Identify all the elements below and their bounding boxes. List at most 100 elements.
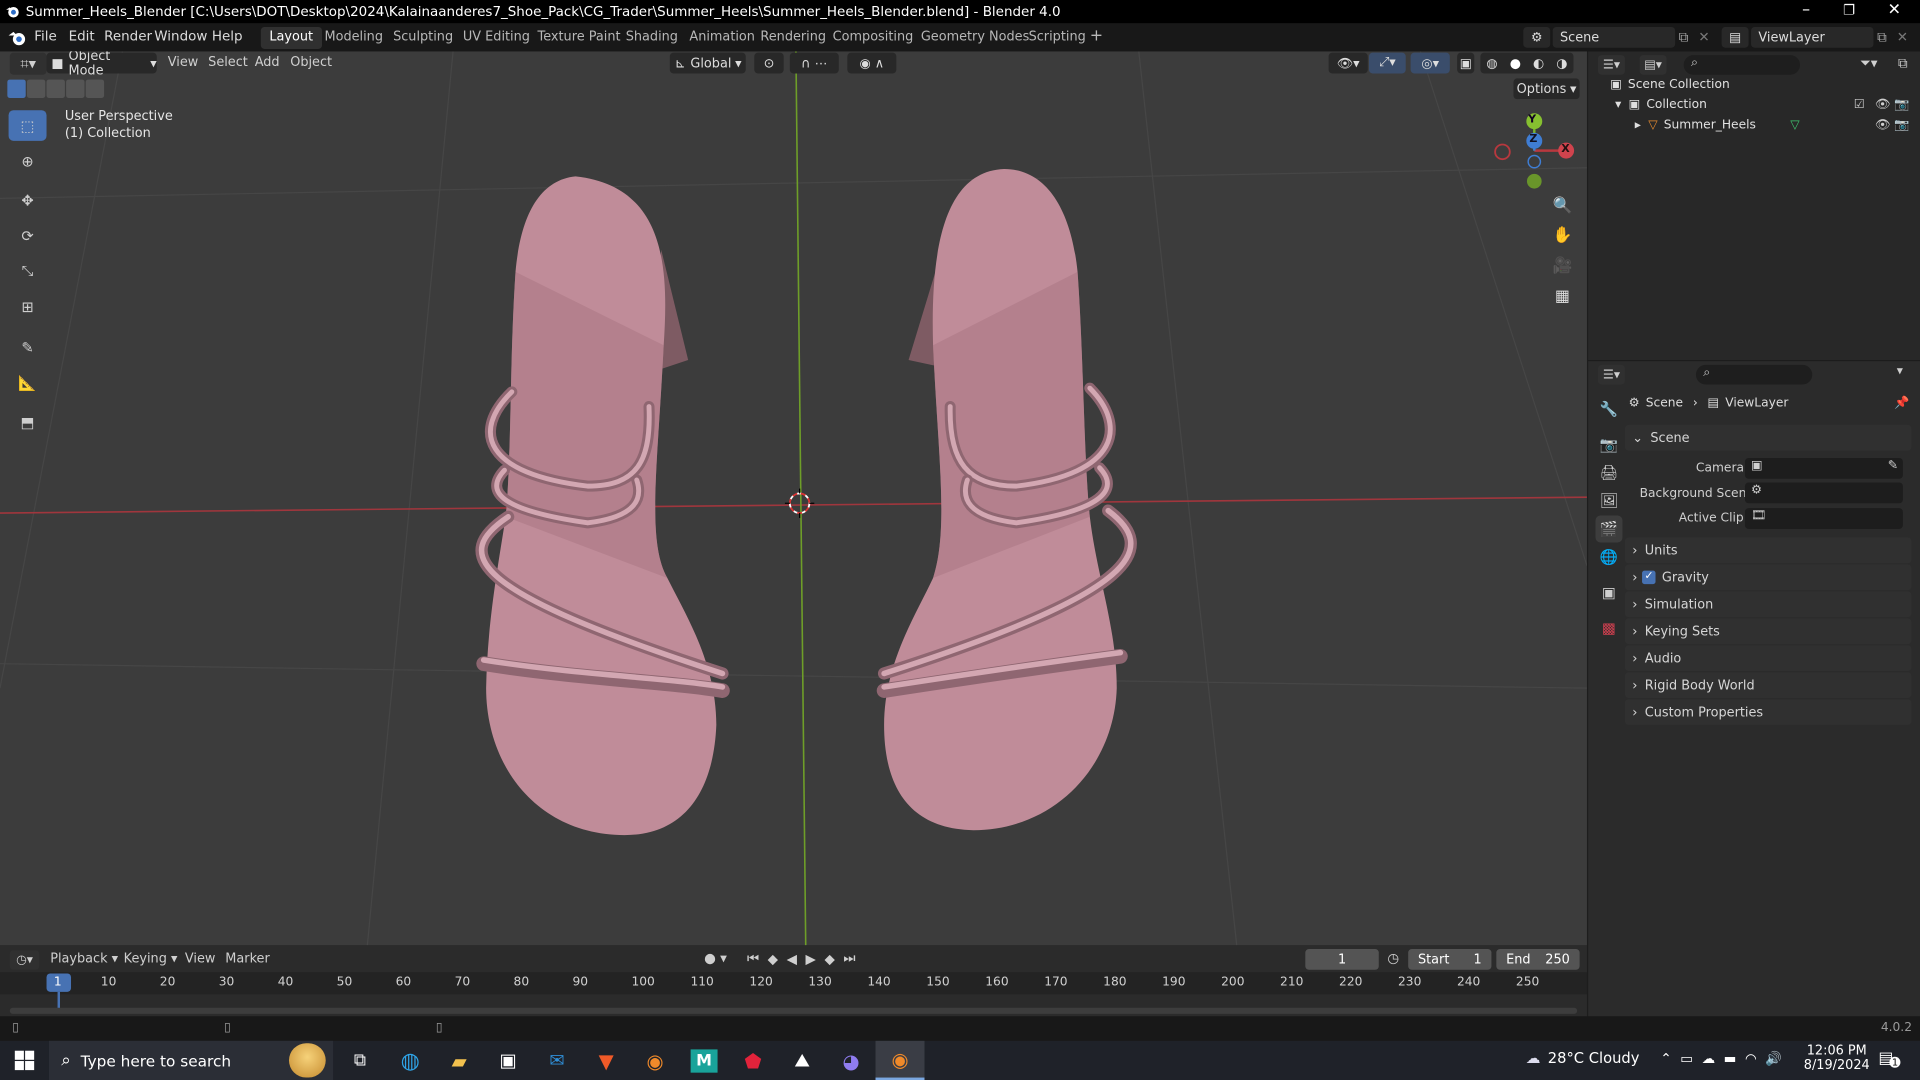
scene-panel-header[interactable]: ⌄ Scene xyxy=(1624,424,1912,451)
properties-search-input[interactable]: ⌕ xyxy=(1695,364,1813,385)
render-tab-icon[interactable]: 📷 xyxy=(1596,431,1623,458)
task-view-icon[interactable]: ⧉ xyxy=(336,1041,385,1080)
playback-menu[interactable]: Playback ▾ xyxy=(50,951,118,966)
timeline-editor-icon[interactable]: ◷▾ xyxy=(9,950,40,970)
chat-app-icon[interactable]: ◕ xyxy=(827,1041,876,1080)
active-clip-field[interactable]: 🎞 xyxy=(1744,508,1903,529)
scene-name-field[interactable]: Scene xyxy=(1552,26,1676,48)
grid-view-icon[interactable]: ▦ xyxy=(1548,282,1577,311)
custom-properties-section[interactable]: › Custom Properties xyxy=(1624,699,1912,725)
taskbar-search-box[interactable]: ⌕ Type here to search xyxy=(48,1040,334,1080)
wireframe-shading-icon[interactable]: ◍ xyxy=(1486,56,1497,71)
expand-arrow-icon[interactable]: ▾ xyxy=(1615,98,1621,111)
viewport-canvas[interactable] xyxy=(0,51,1587,946)
m-app-icon[interactable]: M xyxy=(680,1041,729,1080)
transform-tool-icon[interactable]: ⊞ xyxy=(9,291,47,322)
tab-modeling[interactable]: Modeling xyxy=(316,27,392,49)
select-new-icon[interactable] xyxy=(7,78,26,98)
overlays-icon[interactable]: ◎▾ xyxy=(1410,52,1450,74)
add-workspace-button[interactable]: + xyxy=(1082,27,1110,49)
simulation-section[interactable]: › Simulation xyxy=(1624,591,1912,618)
close-icon[interactable]: ✕ xyxy=(1873,0,1915,23)
collection-row[interactable]: ▾ ▣ Collection xyxy=(1615,98,1707,111)
snap-icon[interactable]: ∩ ⋯ xyxy=(789,52,839,74)
tab-shading[interactable]: Shading xyxy=(617,27,686,49)
blender-taskbar-icon[interactable]: ◉ xyxy=(631,1041,680,1080)
eye-icon[interactable]: 👁 xyxy=(1875,98,1891,111)
panel-options-icon[interactable]: ▾ xyxy=(1897,365,1903,378)
outliner-panel[interactable]: ☰▾ ▤▾ ⌕ ⏷▾ ⧉ ▣ Scene Collection ▾ ▣ Collect… xyxy=(1588,51,1920,361)
scene-collection-row[interactable]: ▣ Scene Collection xyxy=(1610,78,1730,91)
new-collection-icon[interactable]: ⧉ xyxy=(1898,55,1908,72)
background-scene-field[interactable]: ⚙ xyxy=(1744,482,1903,504)
3d-viewport[interactable]: Y Z X ⌗▾ ■ Object Mode ▾ View Select Add O… xyxy=(0,51,1587,946)
jump-start-icon[interactable]: ⏮ xyxy=(747,950,759,967)
next-keyframe-icon[interactable]: ◆ xyxy=(824,951,834,967)
end-frame-field[interactable]: End 250 xyxy=(1496,948,1580,970)
menu-window[interactable]: Window xyxy=(154,28,207,44)
object-menu[interactable]: Object xyxy=(290,55,332,70)
expand-arrow-icon[interactable]: ▸ xyxy=(1635,119,1641,132)
outliner-editor-icon[interactable]: ☰▾ xyxy=(1597,55,1625,75)
select-extend-icon[interactable] xyxy=(26,78,46,98)
3d-cursor[interactable] xyxy=(784,488,815,518)
timeline-view-menu[interactable]: View xyxy=(185,951,216,966)
tab-texture-paint[interactable]: Texture Paint xyxy=(529,27,629,49)
file-explorer-icon[interactable]: ▰ xyxy=(435,1041,484,1080)
photo-app-icon[interactable]: ⛰ xyxy=(778,1041,827,1080)
red-app-icon[interactable]: ⬟ xyxy=(729,1041,778,1080)
menu-render[interactable]: Render xyxy=(104,28,152,44)
selection-mode-buttons[interactable] xyxy=(7,78,105,98)
pan-hand-icon[interactable]: ✋ xyxy=(1548,220,1577,249)
tab-sculpting[interactable]: Sculpting xyxy=(384,27,461,49)
add-cube-tool-icon[interactable]: ⬒ xyxy=(9,407,47,438)
start-frame-field[interactable]: Start 1 xyxy=(1408,948,1492,970)
current-frame-field[interactable]: 1 xyxy=(1305,948,1379,970)
play-reverse-icon[interactable]: ◀ xyxy=(787,951,797,967)
marker-menu[interactable]: Marker xyxy=(225,951,269,966)
blender-menu-icon[interactable] xyxy=(7,28,27,48)
menu-file[interactable]: File xyxy=(34,28,57,44)
object-mode-dropdown[interactable]: ■ Object Mode ▾ xyxy=(46,51,157,78)
camera-icon[interactable]: 📷 xyxy=(1894,98,1909,111)
new-scene-icon[interactable]: ⧉ xyxy=(1679,29,1689,46)
pin-icon[interactable]: 📌 xyxy=(1894,397,1909,410)
visibility-icon[interactable]: 👁▾ xyxy=(1328,52,1368,74)
gravity-checkbox[interactable]: ✓ xyxy=(1642,570,1656,585)
restore-icon[interactable]: ❐ xyxy=(1828,0,1870,23)
cursor-tool-icon[interactable]: ⊕ xyxy=(9,146,47,177)
material-shading-icon[interactable]: ◐ xyxy=(1533,56,1544,71)
select-intersect-icon[interactable] xyxy=(85,78,105,98)
brave-browser-icon[interactable]: ▼ xyxy=(582,1041,631,1080)
xray-icon[interactable]: ▣ xyxy=(1457,52,1475,74)
jump-end-icon[interactable]: ⏭ xyxy=(843,950,855,967)
gravity-section[interactable]: › ✓ Gravity xyxy=(1624,564,1912,591)
notifications-icon[interactable]: ▤ 1 xyxy=(1878,1049,1901,1068)
play-icon[interactable]: ▶ xyxy=(806,951,816,967)
tab-rendering[interactable]: Rendering xyxy=(752,27,835,49)
blender-active-taskbar-icon[interactable]: ◉ xyxy=(875,1040,925,1080)
wifi-icon[interactable]: ◠ xyxy=(1745,1051,1757,1067)
camera-view-icon[interactable]: 🎥 xyxy=(1548,251,1577,280)
audio-section[interactable]: › Audio xyxy=(1624,645,1912,672)
move-tool-icon[interactable]: ✥ xyxy=(9,185,47,216)
summer-heels-row[interactable]: ▸ ▽ Summer_Heels ▽ xyxy=(1635,119,1800,132)
pivot-point-icon[interactable]: ⊙ xyxy=(754,52,784,74)
tab-layout[interactable]: Layout xyxy=(260,26,322,49)
store-icon[interactable]: ▣ xyxy=(484,1041,533,1080)
proportional-edit-icon[interactable]: ◉ ∧ xyxy=(847,52,897,74)
tab-compositing[interactable]: Compositing xyxy=(824,27,922,49)
eyedropper-icon[interactable]: ✎ xyxy=(1888,459,1898,472)
menu-help[interactable]: Help xyxy=(212,28,243,44)
edge-browser-icon[interactable]: ◍ xyxy=(386,1041,435,1080)
tab-uv-editing[interactable]: UV Editing xyxy=(454,27,538,49)
chevron-up-icon[interactable]: ⌃ xyxy=(1660,1051,1671,1067)
view-menu[interactable]: View xyxy=(168,55,199,70)
outliner-search-input[interactable]: ⌕ xyxy=(1683,55,1801,75)
right-shoe-mesh[interactable] xyxy=(876,168,1137,831)
rendered-shading-icon[interactable]: ◑ xyxy=(1556,56,1567,71)
world-tab-icon[interactable]: 🌐 xyxy=(1596,544,1623,571)
select-subtract-icon[interactable] xyxy=(46,78,65,98)
menu-edit[interactable]: Edit xyxy=(69,28,95,44)
scene-tab-icon[interactable]: 🎬 xyxy=(1595,515,1623,543)
